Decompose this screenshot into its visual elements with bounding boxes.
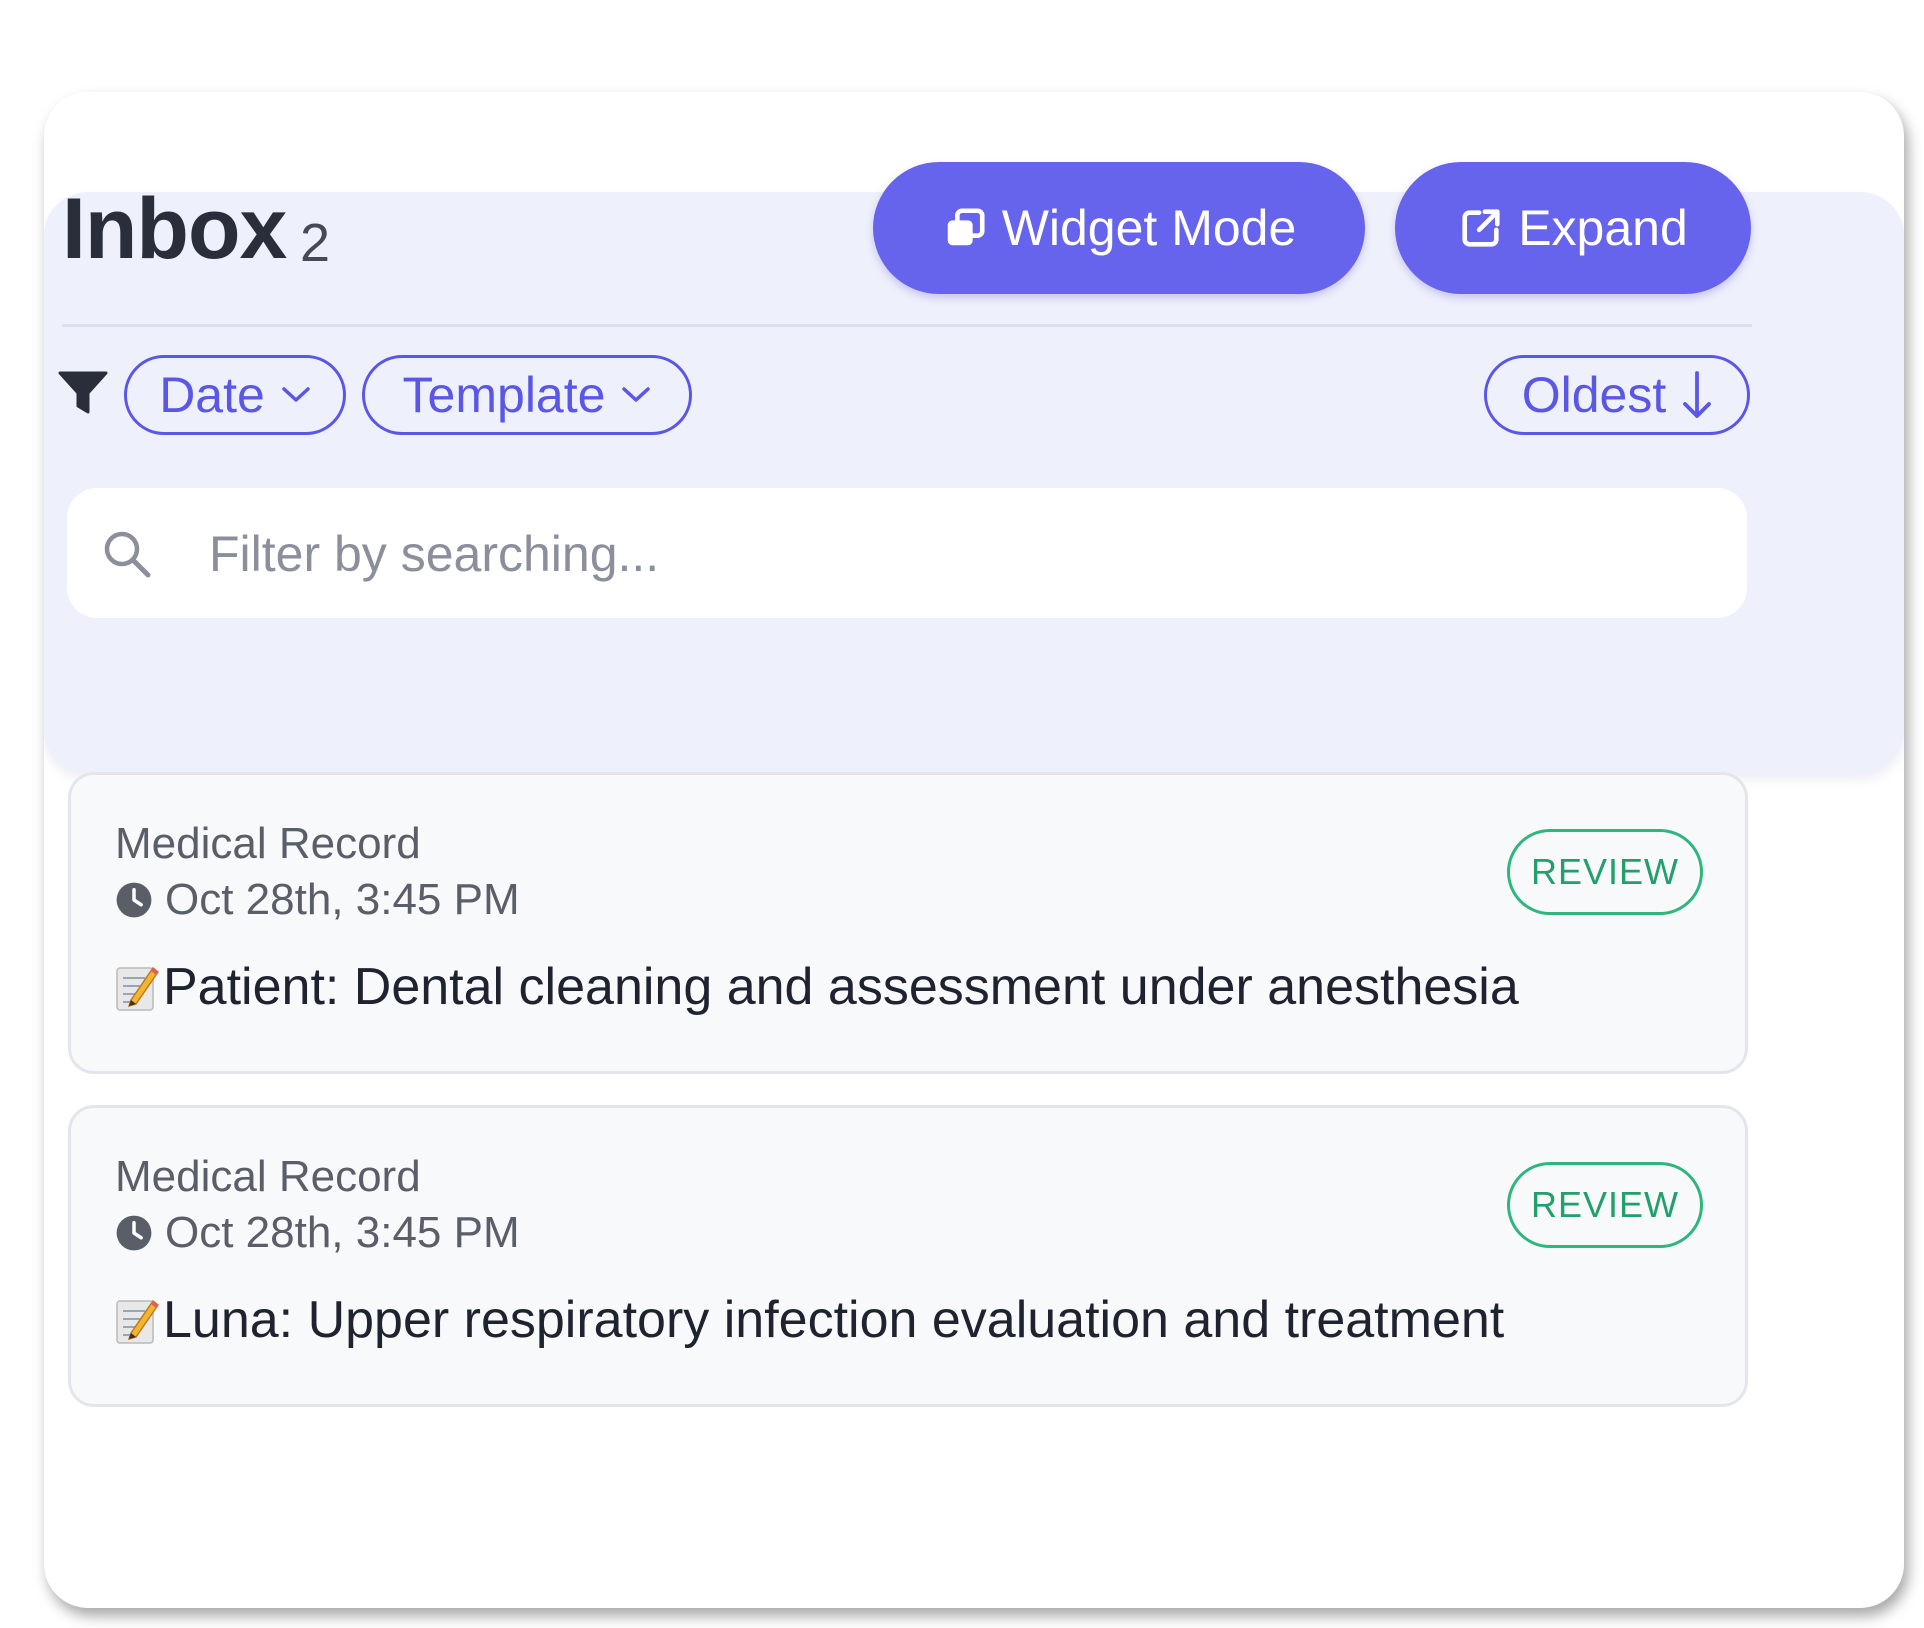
template-filter-label: Template (402, 367, 606, 423)
memo-icon (116, 966, 159, 1011)
chevron-down-icon (622, 387, 651, 402)
filter-icon[interactable] (58, 370, 108, 416)
record-title: Luna: Upper respiratory infection evalua… (115, 1290, 1504, 1350)
record-card[interactable]: Medical Record Oct 28th, 3:45 PM Luna: U… (68, 1105, 1748, 1407)
widget-mode-label: Widget Mode (1001, 200, 1297, 256)
chevron-down-icon (282, 387, 310, 402)
sort-label: Oldest (1521, 367, 1667, 423)
record-type: Medical Record (115, 1152, 421, 1201)
clock-icon (116, 882, 152, 918)
header-divider (62, 324, 1752, 327)
expand-button[interactable]: Expand (1395, 162, 1751, 294)
record-time-label: Oct 28th, 3:45 PM (165, 875, 520, 924)
inbox-count: 2 (300, 213, 331, 273)
record-type: Medical Record (115, 819, 421, 868)
sort-oldest-chip[interactable]: Oldest (1484, 355, 1750, 435)
date-filter-label: Date (159, 367, 265, 423)
expand-label: Expand (1518, 200, 1688, 256)
search-input[interactable] (207, 488, 1711, 620)
record-title: Patient: Dental cleaning and assessment … (115, 957, 1519, 1017)
record-card[interactable]: Medical Record Oct 28th, 3:45 PM Patient… (68, 772, 1748, 1074)
record-title-label: Luna: Upper respiratory infection evalua… (163, 1291, 1505, 1349)
record-time-label: Oct 28th, 3:45 PM (165, 1208, 520, 1257)
copy-icon (947, 208, 985, 246)
review-badge[interactable]: REVIEW (1507, 829, 1703, 915)
clock-icon (116, 1215, 152, 1251)
search-bar (67, 488, 1747, 620)
arrow-down-icon (1683, 371, 1712, 418)
memo-icon (116, 1299, 159, 1344)
record-title-label: Patient: Dental cleaning and assessment … (163, 958, 1519, 1016)
search-icon (104, 531, 151, 578)
date-filter-chip[interactable]: Date (124, 355, 346, 435)
template-filter-chip[interactable]: Template (362, 355, 692, 435)
widget-mode-button[interactable]: Widget Mode (873, 162, 1365, 294)
record-time: Oct 28th, 3:45 PM (115, 875, 520, 925)
page-title: Inbox (62, 181, 287, 277)
record-time: Oct 28th, 3:45 PM (115, 1208, 520, 1258)
review-badge[interactable]: REVIEW (1507, 1162, 1703, 1248)
external-link-icon (1462, 209, 1500, 247)
